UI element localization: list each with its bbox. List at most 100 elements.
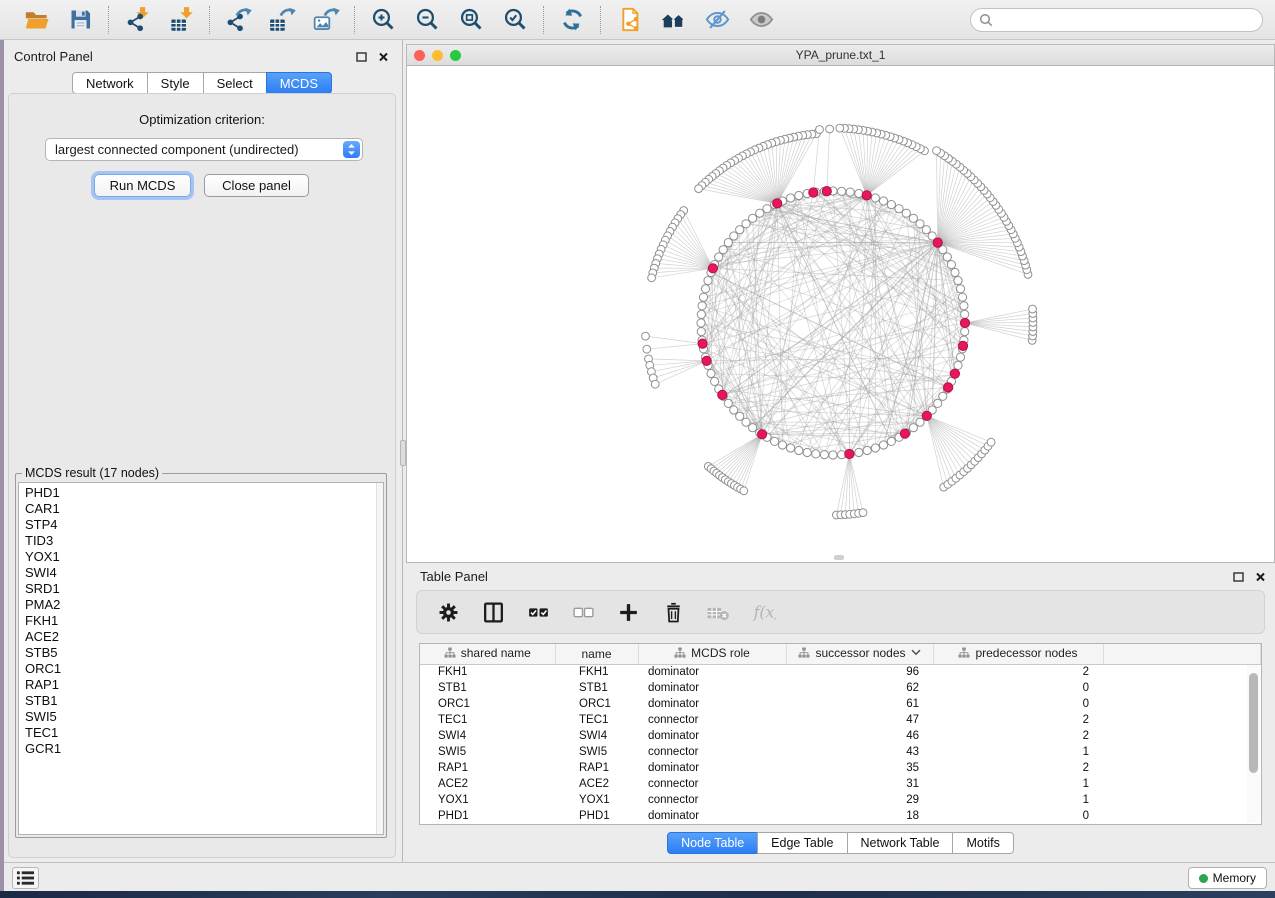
mcds-hub-node[interactable] [922,411,931,420]
mcds-result-list[interactable]: PHD1CAR1STP4TID3YOX1SWI4SRD1PMA2FKH1ACE2… [18,482,384,835]
column-header-shared-name[interactable]: shared name [420,644,555,664]
mcds-result-item[interactable]: ACE2 [25,629,383,645]
table-settings-button[interactable] [433,597,463,627]
table-row[interactable]: STB1STB1dominator620 [420,680,1261,696]
table-row[interactable]: SWI5SWI5connector431 [420,744,1261,760]
add-column-button[interactable] [613,597,643,627]
table-row[interactable]: YOX1YOX1connector291 [420,792,1261,808]
table-row[interactable]: FKH1FKH1dominator962 [420,664,1261,680]
control-panel-close-button[interactable] [376,49,390,63]
deselect-all-rows-button[interactable] [568,597,598,627]
table-cell: dominator [638,696,786,712]
zoom-selected-button[interactable] [499,4,531,36]
mcds-result-item[interactable]: PHD1 [25,485,383,501]
table-row[interactable]: ORC1ORC1dominator610 [420,696,1261,712]
table-row[interactable]: TEC1TEC1connector472 [420,712,1261,728]
zoom-in-button[interactable] [367,4,399,36]
table-row[interactable]: RAP1RAP1dominator352 [420,760,1261,776]
tab-edge-table[interactable]: Edge Table [757,832,847,854]
run-mcds-button[interactable]: Run MCDS [94,174,191,197]
export-image-button[interactable] [310,4,342,36]
table-panel-float-button[interactable] [1231,569,1245,583]
table-row[interactable]: PHD1PHD1dominator180 [420,808,1261,824]
mcds-hub-node[interactable] [822,187,831,196]
tab-node-table[interactable]: Node Table [667,832,758,854]
export-network-button[interactable] [222,4,254,36]
mcds-result-item[interactable]: SWI5 [25,709,383,725]
mcds-result-item[interactable]: ORC1 [25,661,383,677]
select-all-rows-button[interactable] [523,597,553,627]
show-hidden-button[interactable] [745,4,777,36]
control-panel-float-button[interactable] [354,49,368,63]
column-header-predecessor-nodes[interactable]: predecessor nodes [933,644,1103,664]
mcds-hub-node[interactable] [698,339,707,348]
mcds-result-item[interactable]: RAP1 [25,677,383,693]
mcds-hub-node[interactable] [933,238,942,247]
mcds-hub-node[interactable] [960,318,969,327]
mcds-hub-node[interactable] [944,383,953,392]
first-neighbors-button[interactable] [657,4,689,36]
mcds-result-item[interactable]: FKH1 [25,613,383,629]
mcds-hub-node[interactable] [862,191,871,200]
mcds-panel: Optimization criterion: largest connecte… [8,93,396,858]
canvas-scroll-grip[interactable] [834,555,844,560]
import-network-button[interactable] [121,4,153,36]
mcds-result-item[interactable]: GCR1 [25,741,383,757]
criterion-dropdown[interactable]: largest connected component (undirected) [45,138,363,161]
mcds-hub-node[interactable] [758,430,767,439]
network-canvas[interactable] [407,66,1274,562]
search-icon [979,13,993,27]
table-scrollbar-thumb[interactable] [1249,673,1258,773]
hide-selected-button[interactable] [701,4,733,36]
table-row[interactable]: SWI4SWI4dominator462 [420,728,1261,744]
mcds-result-item[interactable]: PMA2 [25,597,383,613]
mcds-hub-node[interactable] [950,369,959,378]
zoom-out-button[interactable] [411,4,443,36]
apply-layout-button[interactable] [556,4,588,36]
column-header-name[interactable]: name [555,644,638,664]
list-scrollbar-track[interactable] [376,483,383,834]
import-table-button[interactable] [165,4,197,36]
mcds-hub-node[interactable] [809,188,818,197]
mcds-result-item[interactable]: SRD1 [25,581,383,597]
split-panel-button[interactable] [478,597,508,627]
mcds-hub-node[interactable] [958,341,967,350]
network-from-selection-button[interactable] [613,4,645,36]
tab-mcds[interactable]: MCDS [266,72,332,94]
table-scrollbar[interactable] [1247,665,1260,823]
mcds-hub-node[interactable] [900,429,909,438]
task-history-button[interactable] [12,867,39,889]
mcds-hub-node[interactable] [702,356,711,365]
mcds-result-item[interactable]: SWI4 [25,565,383,581]
mcds-hub-node[interactable] [845,449,854,458]
close-panel-button[interactable]: Close panel [204,174,309,197]
column-header-MCDS-role[interactable]: MCDS role [638,644,786,664]
save-session-button[interactable] [64,4,96,36]
mcds-result-item[interactable]: STB5 [25,645,383,661]
equation-builder-button: f(x) [748,597,778,627]
search-input[interactable] [970,8,1263,32]
mcds-result-item[interactable]: CAR1 [25,501,383,517]
tab-style[interactable]: Style [147,72,204,94]
mcds-result-item[interactable]: STP4 [25,517,383,533]
table-row[interactable]: ACE2ACE2connector311 [420,776,1261,792]
mcds-hub-node[interactable] [718,390,727,399]
mcds-result-item[interactable]: YOX1 [25,549,383,565]
open-file-button[interactable] [20,4,52,36]
tab-network-table[interactable]: Network Table [847,832,954,854]
mcds-result-item[interactable]: TID3 [25,533,383,549]
tab-motifs[interactable]: Motifs [952,832,1013,854]
column-header-successor-nodes[interactable]: successor nodes [786,644,933,664]
memory-button[interactable]: Memory [1188,867,1267,889]
mcds-hub-node[interactable] [708,264,717,273]
table-panel-close-button[interactable] [1253,569,1267,583]
network-window-titlebar[interactable]: YPA_prune.txt_1 [407,45,1274,66]
export-table-button[interactable] [266,4,298,36]
tab-network[interactable]: Network [72,72,148,94]
tab-select[interactable]: Select [203,72,267,94]
zoom-fit-button[interactable] [455,4,487,36]
delete-column-button[interactable] [658,597,688,627]
mcds-result-item[interactable]: STB1 [25,693,383,709]
mcds-hub-node[interactable] [773,199,782,208]
mcds-result-item[interactable]: TEC1 [25,725,383,741]
